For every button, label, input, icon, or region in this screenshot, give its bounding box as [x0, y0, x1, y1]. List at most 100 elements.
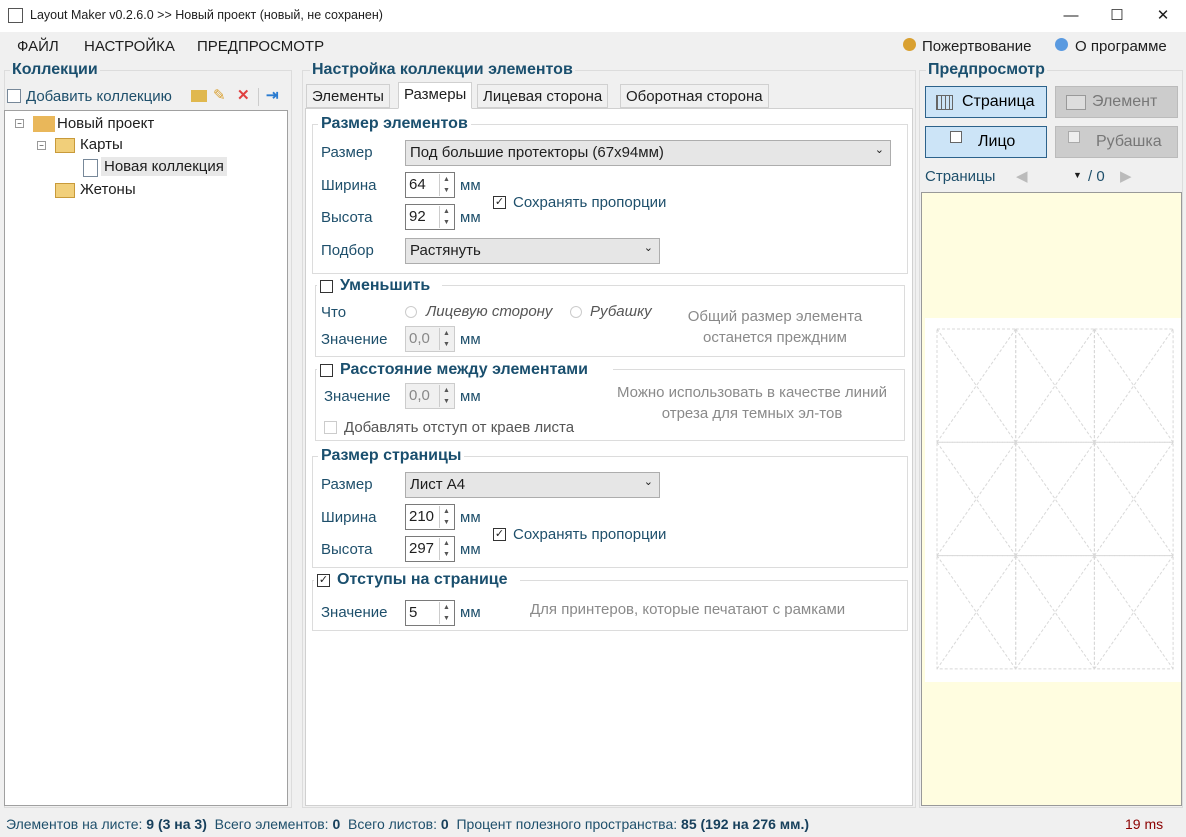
menu-settings[interactable]: НАСТРОЙКА — [84, 38, 175, 55]
page-view-button[interactable]: Страница — [925, 86, 1047, 118]
fit-combo[interactable]: Растянуть ⌄ — [405, 238, 660, 264]
spin-value: 64 — [409, 176, 426, 193]
folder-icon — [55, 138, 75, 153]
what-label: Что — [321, 304, 347, 321]
tree-item-new-collection[interactable]: Новая коллекция — [101, 157, 227, 176]
keep-ratio-label[interactable]: Сохранять пропорции — [513, 194, 666, 211]
add-collection-button[interactable]: Добавить коллекцию — [26, 88, 172, 105]
margins-value-spinner[interactable]: 5 ▲ ▼ — [405, 600, 455, 626]
next-page-icon[interactable]: ▶ — [1120, 167, 1132, 185]
page-dropdown-icon[interactable]: ▼ — [1073, 170, 1082, 180]
minimize-button[interactable]: — — [1048, 0, 1094, 32]
total-value: 0 — [332, 816, 341, 832]
export-icon[interactable]: ⇥ — [266, 86, 279, 104]
spin-arrows-icon[interactable]: ▲ ▼ — [439, 385, 453, 407]
face-radio[interactable] — [405, 306, 417, 318]
keep-ratio-checkbox[interactable]: ✓ — [493, 196, 506, 209]
menu-about[interactable]: О программе — [1075, 38, 1167, 55]
tab-face[interactable]: Лицевая сторона — [477, 84, 609, 108]
spin-arrows-icon[interactable]: ▲ ▼ — [439, 602, 453, 624]
tab-sizes[interactable]: Размеры — [398, 82, 473, 109]
element-size-combo[interactable]: Под большие протекторы (67x94мм) ⌄ — [405, 140, 891, 166]
spin-value: 297 — [409, 540, 435, 557]
pages-total: / 0 — [1088, 168, 1105, 185]
tree-item-tokens[interactable]: Жетоны — [80, 181, 136, 198]
spin-arrows-icon[interactable]: ▲ ▼ — [439, 206, 453, 228]
spin-arrows-icon[interactable]: ▲ ▼ — [439, 328, 453, 350]
size-label: Размер — [321, 144, 373, 161]
spacing-title: Расстояние между элементами — [340, 361, 588, 378]
element-view-button[interactable]: Элемент — [1055, 86, 1178, 118]
unit-label: мм — [460, 209, 481, 226]
spin-value: 5 — [409, 604, 418, 621]
chevron-down-icon: ⌄ — [643, 476, 653, 488]
shrink-hint: Общий размер элемента останется преждним — [687, 308, 863, 346]
page-height-spinner[interactable]: 297 ▲ ▼ — [405, 536, 455, 562]
tree-item-cards[interactable]: Карты — [80, 136, 123, 153]
info-icon — [1055, 38, 1068, 51]
status-bar: Элементов на листе: 9 (3 на 3) Всего эле… — [0, 812, 1186, 837]
folder-icon — [55, 183, 75, 198]
edge-margin-label[interactable]: Добавлять отступ от краев листа — [344, 419, 574, 436]
back-radio[interactable] — [570, 306, 582, 318]
page-size-title: Размер страницы — [318, 447, 465, 465]
shrink-checkbox[interactable] — [320, 280, 333, 293]
maximize-button[interactable]: ☐ — [1094, 0, 1140, 32]
combo-value: Растянуть — [410, 242, 481, 259]
pages-label: Страницы — [925, 168, 996, 185]
menu-preview[interactable]: ПРЕДПРОСМОТР — [197, 38, 324, 55]
margins-hint: Для принтеров, которые печатают с рамкам… — [530, 601, 846, 618]
status-text: Элементов на листе: 9 (3 на 3) Всего эле… — [6, 816, 809, 832]
layers-icon — [1068, 131, 1080, 143]
width-spinner[interactable]: 64 ▲ ▼ — [405, 172, 455, 198]
chevron-down-icon: ⌄ — [643, 242, 653, 254]
edit-pencil-icon[interactable]: ✎ — [213, 86, 226, 104]
spin-arrows-icon[interactable]: ▲ ▼ — [439, 174, 453, 196]
grid-icon — [936, 95, 953, 110]
spin-arrows-icon[interactable]: ▲ ▼ — [439, 506, 453, 528]
sheets-label: Всего листов: — [348, 816, 437, 832]
shrink-value-spinner[interactable]: 0,0 ▲ ▼ — [405, 326, 455, 352]
button-label: Рубашка — [1096, 133, 1162, 150]
edge-margin-checkbox[interactable] — [324, 421, 337, 434]
window-title: Layout Maker v0.2.6.0 >> Новый проект (н… — [30, 8, 383, 22]
page-size-label: Размер — [321, 476, 373, 493]
useful-value: 85 (192 на 276 мм.) — [681, 816, 810, 832]
spacing-checkbox[interactable] — [320, 364, 333, 377]
margins-checkbox[interactable]: ✓ — [317, 574, 330, 587]
menu-file[interactable]: ФАЙЛ — [17, 38, 59, 55]
page-size-combo[interactable]: Лист A4 ⌄ — [405, 472, 660, 498]
add-folder-icon[interactable] — [191, 90, 207, 102]
spin-arrows-icon[interactable]: ▲ ▼ — [439, 538, 453, 560]
page-keep-ratio-checkbox[interactable]: ✓ — [493, 528, 506, 541]
close-button[interactable]: ✕ — [1140, 0, 1186, 32]
menu-donate[interactable]: Пожертвование — [922, 38, 1032, 55]
unit-label: мм — [460, 604, 481, 621]
height-spinner[interactable]: 92 ▲ ▼ — [405, 204, 455, 230]
per-sheet-value: 9 (3 на 3) — [146, 816, 207, 832]
spin-value: 210 — [409, 508, 435, 525]
value-label: Значение — [324, 388, 391, 405]
sheets-value: 0 — [440, 816, 449, 832]
back-radio-label[interactable]: Рубашку — [590, 303, 652, 320]
total-label: Всего элементов: — [214, 816, 329, 832]
face-view-button[interactable]: Лицо — [925, 126, 1047, 158]
tab-elements[interactable]: Элементы — [306, 84, 390, 108]
face-radio-label[interactable]: Лицевую сторону — [426, 303, 552, 320]
tree-item-project[interactable]: Новый проект — [57, 115, 154, 132]
page-width-spinner[interactable]: 210 ▲ ▼ — [405, 504, 455, 530]
chevron-down-icon: ⌄ — [874, 144, 884, 156]
back-view-button[interactable]: Рубашка — [1055, 126, 1178, 158]
settings-title: Настройка коллекции элементов — [310, 61, 575, 79]
page-keep-ratio-label[interactable]: Сохранять пропорции — [513, 526, 666, 543]
collections-tree[interactable]: − Новый проект − Карты Новая коллекция Ж… — [4, 110, 288, 806]
prev-page-icon[interactable]: ◀ — [1016, 167, 1028, 185]
image-icon — [1066, 95, 1086, 110]
delete-icon[interactable]: ✕ — [237, 86, 250, 104]
unit-label: мм — [460, 331, 481, 348]
spacing-value-spinner[interactable]: 0,0 ▲ ▼ — [405, 383, 455, 409]
preview-canvas[interactable] — [921, 192, 1182, 806]
project-icon — [33, 116, 55, 132]
tab-back[interactable]: Оборотная сторона — [620, 84, 769, 108]
page-width-label: Ширина — [321, 509, 377, 526]
